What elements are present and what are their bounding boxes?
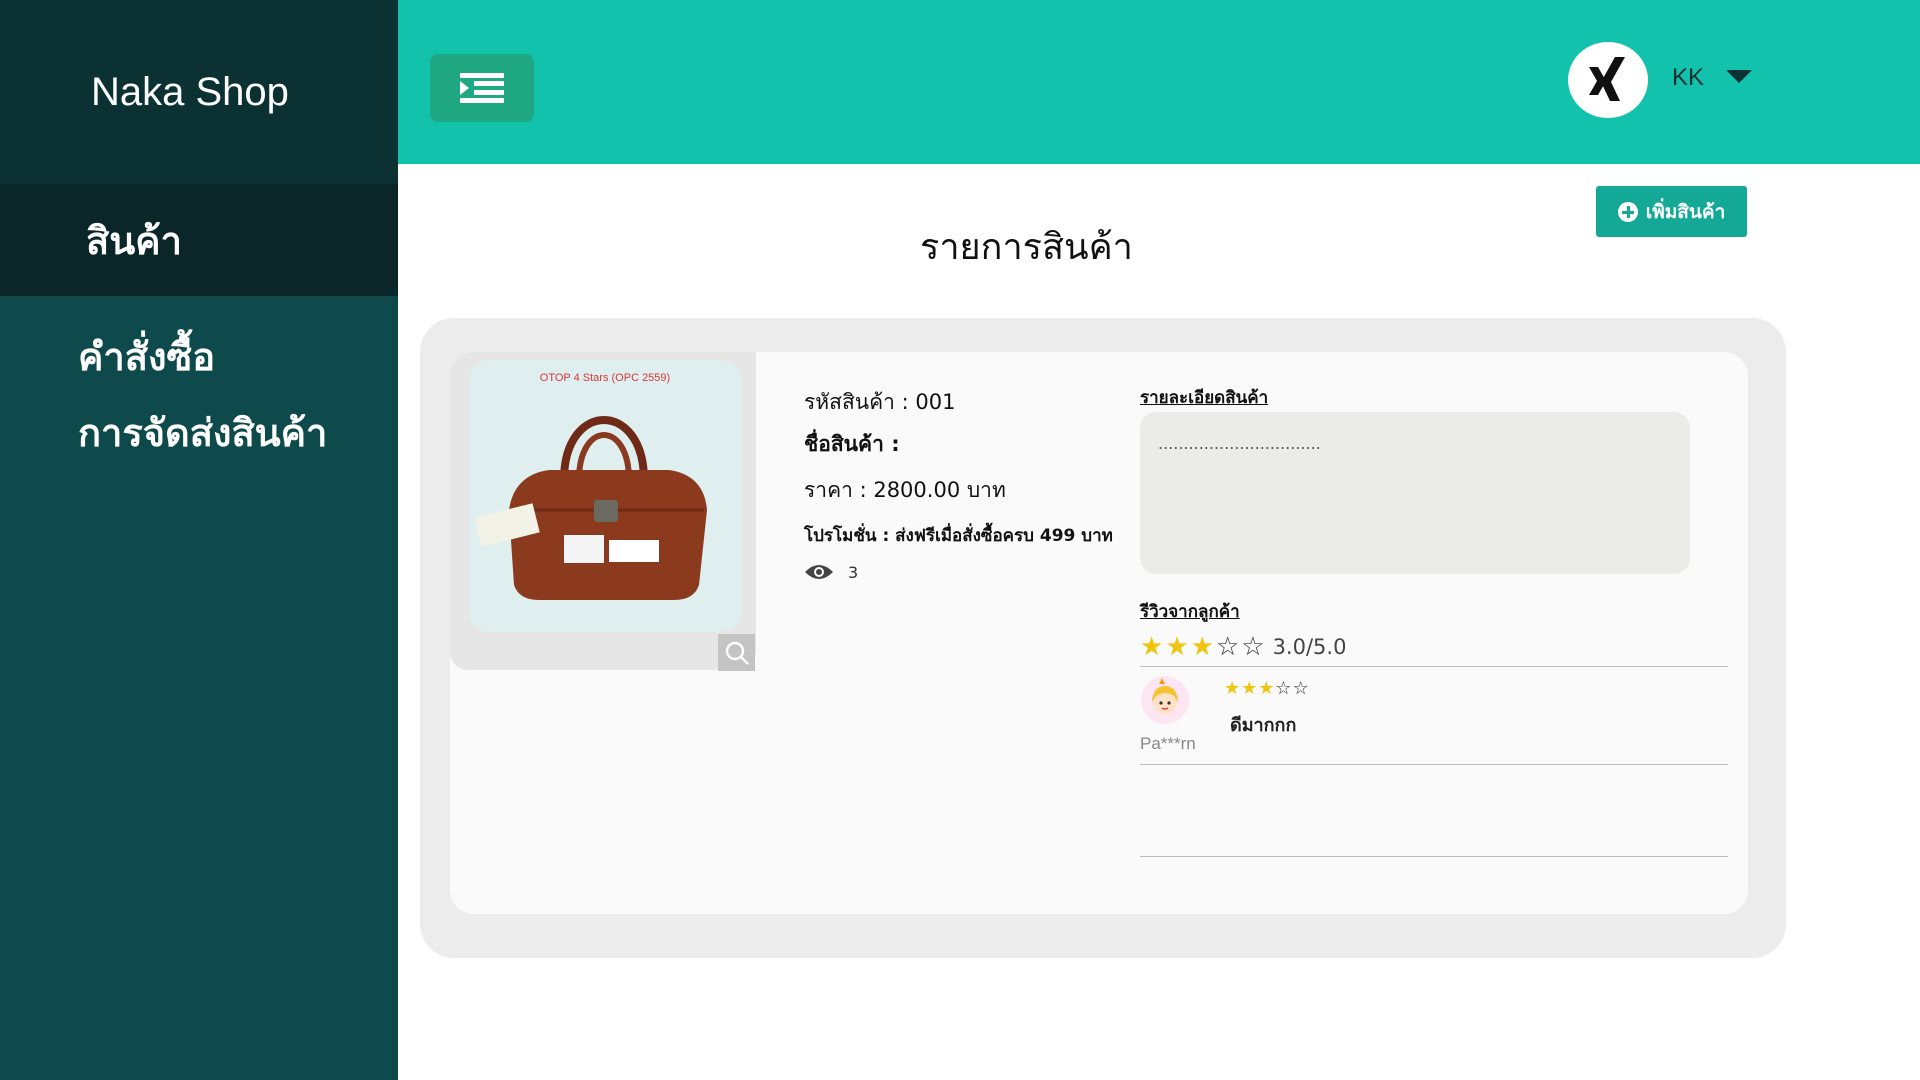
top-bar: KK <box>398 0 1920 164</box>
star-empty-icon: ☆ <box>1275 678 1292 699</box>
rating-summary: ★ ★ ★ ☆ ☆ 3.0/5.0 <box>1140 634 1346 660</box>
view-count-value: 3 <box>848 562 859 582</box>
product-detail-text: ................................ <box>1158 434 1321 453</box>
product-promotion: โปรโมชั่น : ส่งฟรีเมื่อสั่งซื้อครบ 499 บ… <box>804 526 1113 546</box>
star-empty-icon: ☆ <box>1241 632 1265 662</box>
star-filled-icon: ★ <box>1224 678 1241 699</box>
eye-icon <box>805 565 833 579</box>
sidebar: Naka Shop สินค้า คำสั่งซื้อ การจัดส่งสิน… <box>0 0 398 1080</box>
product-image[interactable]: OTOP 4 Stars (OPC 2559) <box>469 360 741 632</box>
brand-header: Naka Shop <box>0 0 398 184</box>
review-rating-stars: ★ ★ ★ ☆ ☆ <box>1224 680 1309 698</box>
zoom-button[interactable] <box>718 634 755 671</box>
star-filled-icon: ★ <box>1241 678 1258 699</box>
user-name[interactable]: KK <box>1672 64 1704 92</box>
add-product-label: เพิ่มสินค้า <box>1645 200 1726 223</box>
product-price: ราคา : 2800.00 บาท <box>804 478 1006 502</box>
xing-icon <box>1589 57 1625 101</box>
user-avatar[interactable] <box>1568 42 1648 118</box>
search-icon <box>725 641 749 665</box>
divider <box>1140 666 1728 667</box>
star-empty-icon: ☆ <box>1215 632 1240 662</box>
brand-title: Naka Shop <box>91 69 289 114</box>
star-filled-icon: ★ <box>1190 632 1214 662</box>
plus-circle-icon <box>1617 201 1638 222</box>
add-product-button[interactable]: เพิ่มสินค้า <box>1596 186 1747 237</box>
product-detail-label: รายละเอียดสินค้า <box>1140 388 1269 408</box>
product-detail-box: ................................ <box>1140 412 1690 574</box>
sidebar-item-shipping[interactable]: การจัดส่งสินค้า <box>0 400 398 464</box>
reviewer-name: Pa***rn <box>1140 734 1196 753</box>
sidebar-item-products[interactable]: สินค้า <box>0 184 398 296</box>
page-title: รายการสินค้า <box>920 227 1133 268</box>
chevron-down-icon[interactable] <box>1726 70 1752 83</box>
reviewer-avatar <box>1141 676 1189 724</box>
sidebar-item-label: การจัดส่งสินค้า <box>78 410 328 455</box>
rating-stars: ★ ★ ★ ☆ ☆ <box>1140 634 1265 660</box>
menu-icon <box>460 73 504 103</box>
star-empty-icon: ☆ <box>1292 678 1309 699</box>
handbag-image <box>474 416 707 600</box>
product-code: รหัสสินค้า : 001 <box>804 390 956 414</box>
menu-toggle-button[interactable] <box>430 54 534 122</box>
reviewer-avatar-image <box>1141 676 1189 724</box>
star-filled-icon: ★ <box>1140 632 1164 662</box>
sidebar-item-label: คำสั่งซื้อ <box>78 334 216 379</box>
divider <box>1140 856 1728 857</box>
rating-text: 3.0/5.0 <box>1272 635 1347 659</box>
sidebar-item-orders[interactable]: คำสั่งซื้อ <box>0 324 398 388</box>
review-text: ดีมากกก <box>1230 715 1297 736</box>
view-count: 3 <box>804 562 858 582</box>
divider <box>1140 764 1728 765</box>
product-name: ชื่อสินค้า : <box>804 432 900 456</box>
customer-review-label: รีวิวจากลูกค้า <box>1140 602 1240 622</box>
star-filled-icon: ★ <box>1258 678 1275 699</box>
sidebar-item-label: สินค้า <box>86 218 182 263</box>
star-filled-icon: ★ <box>1165 632 1189 662</box>
